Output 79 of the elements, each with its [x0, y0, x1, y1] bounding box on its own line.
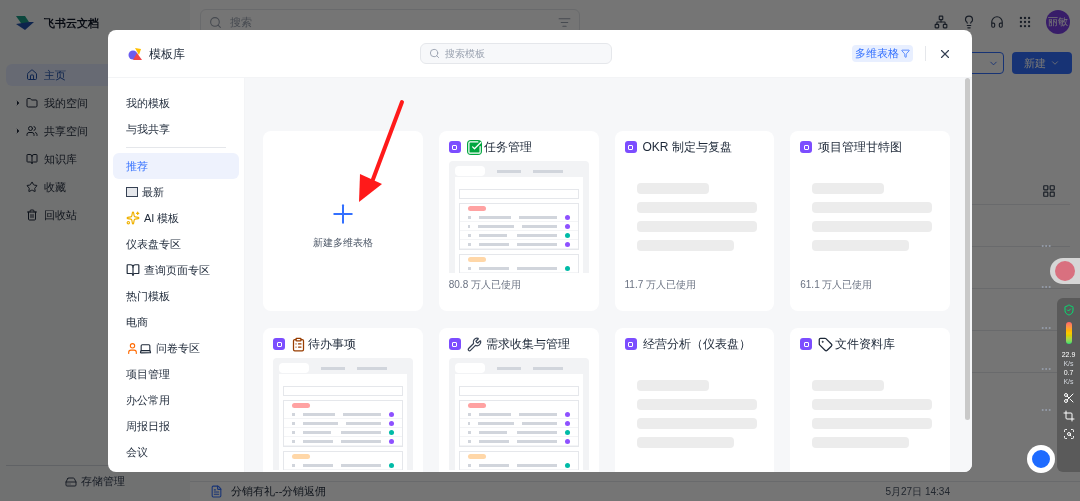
table-app-icon: [273, 338, 285, 350]
scissors-icon[interactable]: [1062, 392, 1075, 404]
template-card[interactable]: 需求收集与管理: [438, 328, 599, 472]
app-name: 飞书云文档: [44, 15, 99, 31]
search-icon: [209, 15, 222, 29]
dialog-title: 模板库: [149, 45, 185, 63]
users-icon: [26, 125, 38, 137]
template-card[interactable]: 项目管理甘特图 61.1 万人已使用: [790, 131, 950, 311]
table-app-icon: [624, 141, 637, 153]
category-item[interactable]: 项目管理: [113, 361, 239, 387]
category-item[interactable]: 热门模板: [113, 283, 239, 309]
category-item[interactable]: 办公常用: [113, 387, 239, 413]
folder-icon: [26, 97, 38, 109]
filter-icon: [558, 15, 571, 29]
category-item[interactable]: 问卷专区: [113, 335, 239, 361]
template-title: OKR 制定与复盘: [642, 139, 732, 156]
category-item[interactable]: 与我共享: [113, 116, 239, 142]
table-app-icon: [448, 141, 461, 153]
category-item[interactable]: 推荐: [113, 153, 239, 179]
template-card[interactable]: OKR 制定与复盘 11.7 万人已使用: [614, 131, 775, 311]
chat-button[interactable]: [1027, 445, 1055, 473]
shield-icon[interactable]: [1062, 304, 1075, 316]
template-title: 任务管理: [483, 139, 532, 156]
search-icon: [429, 48, 440, 59]
usage-count: 80.8 万人已使用: [447, 278, 522, 292]
template-title: 需求收集与管理: [485, 336, 570, 353]
category-item[interactable]: AI 模板: [113, 205, 239, 231]
template-card[interactable]: 经营分析（仪表盘）: [614, 328, 775, 472]
filter-icon: [901, 49, 910, 58]
book-icon: [126, 263, 140, 277]
category-item[interactable]: 最新: [113, 179, 239, 205]
table-app-icon: [800, 141, 813, 153]
document-icon: [210, 485, 223, 498]
template-title: 项目管理甘特图: [818, 139, 903, 156]
usage-count: 61.1 万人已使用: [799, 278, 874, 292]
headset-icon[interactable]: [990, 15, 1004, 29]
lightbulb-icon[interactable]: [962, 15, 976, 29]
grid-view-icon[interactable]: [1042, 184, 1056, 198]
template-card[interactable]: 待办事项: [263, 328, 423, 472]
table-app-icon: [448, 338, 461, 350]
tag-icon: [818, 336, 834, 352]
template-title: 文件资料库: [835, 336, 896, 353]
category-item[interactable]: 电商: [113, 309, 239, 335]
table-app-icon: [800, 338, 813, 350]
person-laptop-icon: [126, 341, 152, 355]
scrollbar[interactable]: [965, 78, 970, 420]
sparkle-icon: [126, 211, 140, 225]
chevron-icon: [1050, 58, 1060, 68]
crop-icon[interactable]: [1062, 410, 1075, 422]
table-app-icon: [624, 338, 637, 350]
template-title: 待办事项: [308, 336, 356, 353]
new-table-card[interactable]: 新建多维表格: [263, 131, 423, 311]
template-card[interactable]: 任务管理 80.8 万人已使用: [438, 131, 599, 311]
home-icon: [26, 69, 38, 81]
star-icon: [26, 181, 38, 193]
apps-grid-icon[interactable]: [1018, 15, 1032, 29]
clipboard-icon: [291, 336, 306, 352]
logo-icon: [14, 14, 36, 32]
category-item[interactable]: 我的模板: [113, 90, 239, 116]
document-row[interactable]: 分销有礼--分销返佣 5月27日 14:34: [190, 481, 1080, 501]
checkbox-icon: [466, 139, 482, 155]
usage-count: 11.7 万人已使用: [623, 278, 697, 292]
network-icon[interactable]: [934, 15, 948, 29]
template-library-logo: [128, 46, 143, 61]
wrench-icon: [466, 336, 482, 352]
book-icon: [26, 153, 38, 165]
template-card[interactable]: 文件资料库: [790, 328, 950, 472]
category-item[interactable]: 会议: [113, 439, 239, 465]
category-item[interactable]: 查询页面专区: [113, 257, 239, 283]
storage-link[interactable]: 存储管理: [81, 473, 125, 490]
filter-tag[interactable]: 多维表格: [852, 45, 913, 62]
template-title: 经营分析（仪表盘）: [642, 336, 751, 353]
category-item[interactable]: 仪表盘专区: [113, 231, 239, 257]
category-item[interactable]: 周报日报: [113, 413, 239, 439]
trash-icon: [26, 209, 38, 221]
scan-search-icon[interactable]: [1062, 428, 1075, 440]
drive-icon: [65, 475, 77, 488]
new-icon: [126, 187, 138, 197]
level-gradient-icon: [1065, 322, 1072, 344]
